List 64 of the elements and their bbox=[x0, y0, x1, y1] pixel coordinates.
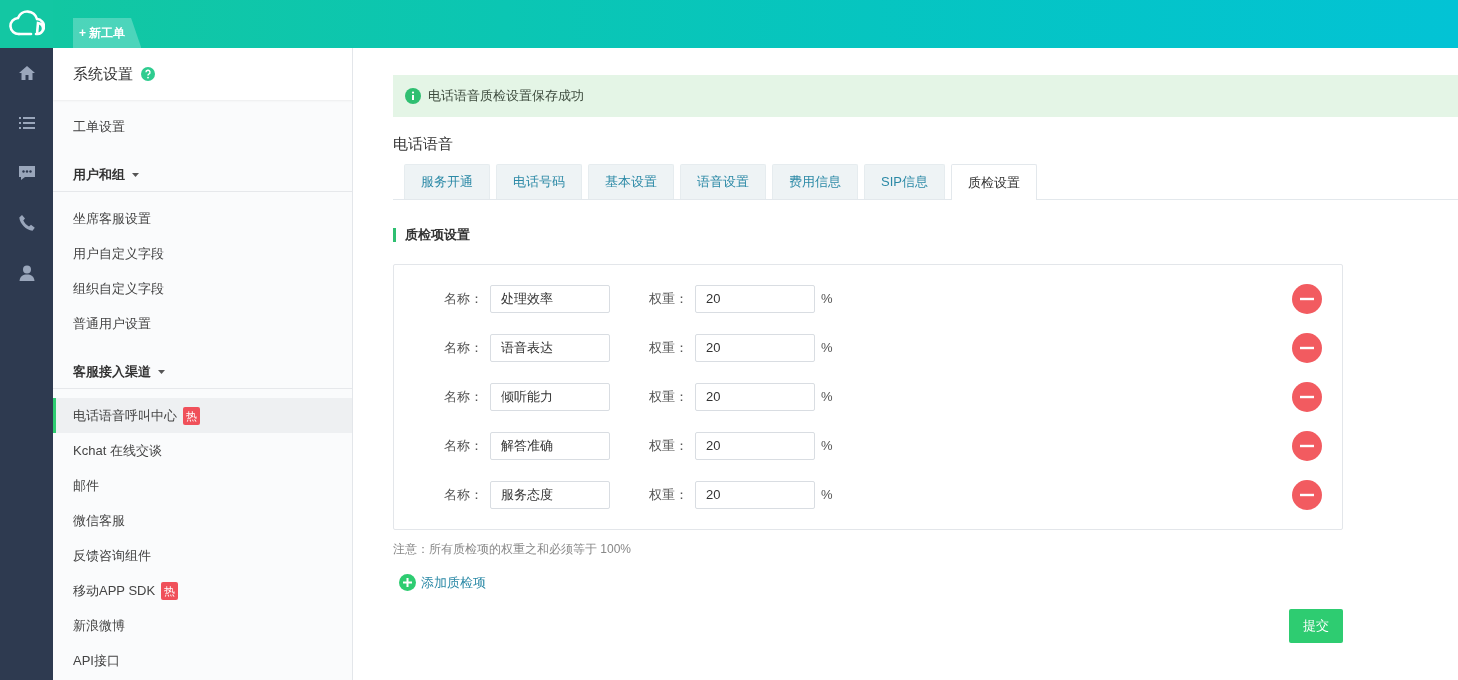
name-input[interactable]: 倾听能力 bbox=[490, 382, 610, 411]
weight-input[interactable]: 20 bbox=[695, 284, 815, 313]
tab[interactable]: 语音设置 bbox=[680, 164, 766, 199]
caret-icon[interactable] bbox=[158, 369, 165, 374]
tab[interactable]: SIP信息 bbox=[864, 164, 945, 199]
percent-unit: % bbox=[821, 387, 833, 406]
remove-icon[interactable] bbox=[1292, 332, 1322, 363]
section-heading[interactable]: 客服接入渠道 bbox=[73, 361, 151, 382]
tab[interactable]: 基本设置 bbox=[588, 164, 674, 199]
section-title: 质检项设置 bbox=[405, 226, 470, 244]
tab[interactable]: 费用信息 bbox=[772, 164, 858, 199]
section-heading[interactable]: 用户和组 bbox=[73, 164, 125, 185]
hot-badge: 热 bbox=[161, 581, 179, 600]
sidebar-item[interactable]: 微信客服 bbox=[53, 503, 352, 538]
field-label: 名称： bbox=[444, 387, 484, 406]
alert-message: 电话语音质检设置保存成功 bbox=[428, 87, 584, 106]
field-label: 权重： bbox=[649, 387, 689, 406]
remove-icon[interactable] bbox=[1292, 430, 1322, 461]
sidebar-item[interactable]: 工单设置 bbox=[53, 109, 352, 144]
field-label: 权重： bbox=[649, 338, 689, 357]
field-label: 名称： bbox=[444, 436, 484, 455]
percent-unit: % bbox=[821, 485, 833, 504]
sidebar-item[interactable]: API接口 bbox=[53, 643, 352, 678]
field-label: 权重： bbox=[649, 436, 689, 455]
field-label: 权重： bbox=[649, 485, 689, 504]
name-input[interactable]: 处理效率 bbox=[490, 284, 610, 313]
remove-icon[interactable] bbox=[1292, 283, 1322, 314]
tab[interactable]: 质检设置 bbox=[950, 164, 1037, 200]
tab[interactable]: 电话号码 bbox=[496, 164, 582, 199]
sidebar-item[interactable]: 组织自定义字段 bbox=[53, 271, 352, 306]
percent-unit: % bbox=[821, 338, 833, 357]
name-input[interactable]: 语音表达 bbox=[490, 333, 610, 362]
sidebar-title: 系统设置 bbox=[73, 63, 133, 84]
sidebar-item[interactable]: 新浪微博 bbox=[53, 608, 352, 643]
sidebar-item[interactable]: 用户自定义字段 bbox=[53, 236, 352, 271]
plus-icon bbox=[399, 573, 416, 591]
sidebar-item[interactable]: Kchat 在线交谈 bbox=[53, 433, 352, 468]
percent-unit: % bbox=[821, 289, 833, 308]
field-label: 名称： bbox=[444, 289, 484, 308]
field-label: 权重： bbox=[649, 289, 689, 308]
sidebar-item[interactable]: 反馈咨询组件 bbox=[53, 538, 352, 573]
percent-unit: % bbox=[821, 436, 833, 455]
tab[interactable]: 服务开通 bbox=[404, 164, 490, 199]
sidebar-item[interactable]: 普通用户设置 bbox=[53, 306, 352, 341]
sidebar-item[interactable]: 邮件 bbox=[53, 468, 352, 503]
name-input[interactable]: 解答准确 bbox=[490, 431, 610, 460]
remove-icon[interactable] bbox=[1292, 381, 1322, 412]
sidebar-item[interactable]: 移动APP SDK 热 bbox=[53, 573, 352, 608]
field-label: 名称： bbox=[444, 485, 484, 504]
hot-badge: 热 bbox=[183, 406, 200, 425]
caret-icon[interactable] bbox=[132, 172, 139, 177]
note-text: 注意：所有质检项的权重之和必须等于 100% bbox=[393, 540, 633, 558]
weight-input[interactable]: 20 bbox=[695, 333, 815, 362]
weight-input[interactable]: 20 bbox=[695, 431, 815, 460]
sidebar-item[interactable]: 电话语音呼叫中心 热 bbox=[53, 398, 352, 433]
name-input[interactable]: 服务态度 bbox=[490, 480, 610, 509]
field-label: 名称： bbox=[444, 338, 484, 357]
remove-icon[interactable] bbox=[1292, 479, 1322, 510]
weight-input[interactable]: 20 bbox=[695, 480, 815, 509]
weight-input[interactable]: 20 bbox=[695, 382, 815, 411]
info-icon bbox=[405, 88, 421, 104]
add-item-button[interactable]: 添加质检项 bbox=[399, 572, 486, 592]
page-title: 电话语音 bbox=[393, 134, 454, 154]
sidebar-item[interactable]: 坐席客服设置 bbox=[53, 201, 352, 236]
